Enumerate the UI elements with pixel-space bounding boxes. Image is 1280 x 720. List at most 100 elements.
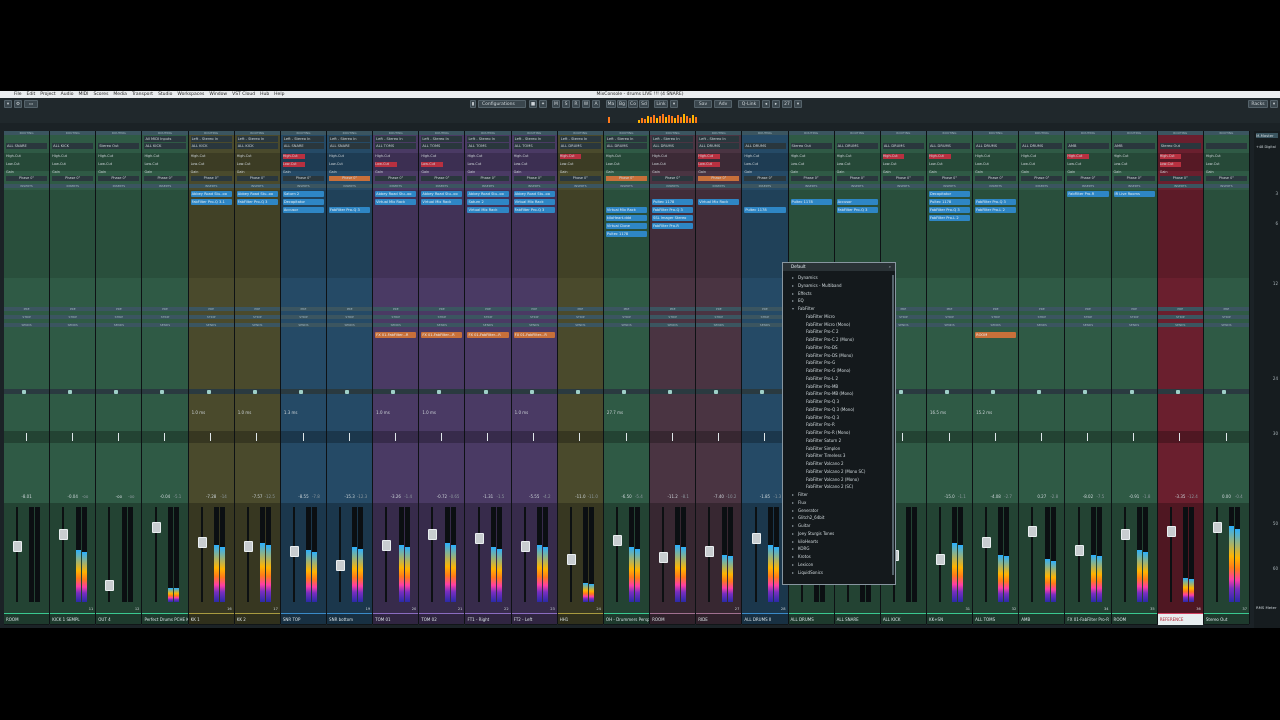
volume-fader[interactable] xyxy=(1166,525,1176,537)
insert-slot[interactable]: FabFilter Pro-Q 3 xyxy=(928,207,971,213)
output-routing[interactable]: ALL KICK xyxy=(190,143,232,149)
output-routing[interactable]: ALL SNARE xyxy=(282,143,325,149)
low-cut-label[interactable]: Low-Cut xyxy=(837,162,859,167)
plugin-item[interactable]: FabFilter Volcano 2 xyxy=(783,460,895,468)
insert-slot[interactable]: SSL Imager Stereo xyxy=(652,215,694,221)
pan-knob[interactable] xyxy=(440,433,442,441)
pan-knob[interactable] xyxy=(671,433,673,441)
insert-slot[interactable]: Abbey Road Stu..oo xyxy=(236,191,278,197)
channel-name[interactable]: KK 1 xyxy=(188,613,234,625)
phase-button[interactable]: Phase 0° xyxy=(836,176,878,181)
insert-slot[interactable]: FabFilter Pro-Q 3-1 xyxy=(190,199,232,205)
low-cut-label[interactable]: Low-Cut xyxy=(375,162,397,167)
high-cut-label[interactable]: High-Cut xyxy=(837,154,859,159)
channel-name[interactable]: KICK 1 SEMPL xyxy=(50,613,96,625)
q-link-button[interactable]: Q-Link xyxy=(738,100,760,108)
low-cut-label[interactable]: Low-Cut xyxy=(144,162,166,167)
input-routing[interactable]: Left - Stereo In xyxy=(467,136,509,142)
plugin-item[interactable]: FabFilter Simplon xyxy=(783,445,895,453)
insert-slot[interactable]: FabFilter Pro-Q 3 xyxy=(329,207,371,213)
volume-fader[interactable] xyxy=(1120,529,1130,541)
channel-counter[interactable]: 27 xyxy=(782,100,792,108)
plugin-item[interactable]: FabFilter Volcano 2 (Mono) xyxy=(783,476,895,484)
channel-name[interactable]: FX 01-FabFilter Pro-R xyxy=(1065,613,1111,625)
plugin-folder[interactable]: ▸ Effects xyxy=(783,290,895,298)
channel-name[interactable]: ALL TOMS xyxy=(973,613,1019,625)
insert-slot[interactable]: FabFilter Pro-L 2 xyxy=(975,207,1017,213)
high-cut-label[interactable]: High-Cut xyxy=(1114,154,1136,159)
group-button-bg[interactable]: Bg xyxy=(617,100,627,108)
high-cut-label[interactable]: High-Cut xyxy=(559,154,582,159)
low-cut-label[interactable]: Low-Cut xyxy=(975,162,997,167)
low-cut-label[interactable]: Low-Cut xyxy=(282,162,305,167)
output-routing[interactable]: ALL DRUMS xyxy=(605,143,648,149)
insert-slot[interactable]: Virtual Mix Rack xyxy=(421,199,463,205)
insert-slot[interactable]: Abbey Road Stu..oo xyxy=(190,191,232,197)
insert-slot[interactable]: Virtual Mix Rack xyxy=(698,199,740,205)
plugin-item[interactable]: FabFilter Micro xyxy=(783,313,895,321)
insert-slot[interactable]: FabFilter Pro-L 2 xyxy=(928,215,971,221)
output-routing[interactable]: ALL DRUMS xyxy=(744,143,786,149)
insert-slot[interactable]: Decapitator xyxy=(282,199,325,205)
phase-button[interactable]: Phase 0° xyxy=(375,176,417,181)
volume-fader[interactable] xyxy=(243,541,253,553)
high-cut-label[interactable]: High-Cut xyxy=(744,154,766,159)
gain-label[interactable]: Gain xyxy=(1067,170,1087,175)
phase-button[interactable]: Phase 0° xyxy=(1021,176,1063,181)
plugin-item[interactable]: FabFilter Timeless 3 xyxy=(783,452,895,460)
output-routing[interactable]: ALL DRUMS xyxy=(928,143,971,149)
volume-fader[interactable] xyxy=(1212,522,1222,534)
phase-button[interactable]: Phase 0° xyxy=(744,176,786,181)
send-slot[interactable]: FX 01-FabFilter...R xyxy=(467,332,509,338)
insert-slot[interactable]: Virtual Clone xyxy=(605,223,648,229)
plugin-item[interactable]: FabFilter Pro-Q 3 (Mono) xyxy=(783,406,895,414)
plugin-folder[interactable]: ▸ EQ xyxy=(783,297,895,305)
insert-slot[interactable]: FabFilter Pro-R xyxy=(652,223,694,229)
pan-knob[interactable] xyxy=(117,433,119,441)
output-routing[interactable]: Stereo Out xyxy=(98,143,140,149)
pan-knob[interactable] xyxy=(25,433,27,441)
low-cut-label[interactable]: Low-Cut xyxy=(929,162,951,167)
pan-knob[interactable] xyxy=(210,433,212,441)
channel-name[interactable]: OH - Drummers Perspective xyxy=(603,613,650,625)
low-cut-label[interactable]: Low-Cut xyxy=(6,162,28,167)
input-routing[interactable]: Left - Stereo In xyxy=(559,136,601,142)
high-cut-label[interactable]: High-Cut xyxy=(375,154,397,159)
channel-name[interactable]: ROOM xyxy=(1111,613,1157,625)
high-cut-label[interactable]: High-Cut xyxy=(928,154,951,159)
phase-button[interactable]: Phase 0° xyxy=(559,176,601,181)
output-routing[interactable]: ALL SNARE xyxy=(6,143,48,149)
low-cut-label[interactable]: Low-Cut xyxy=(191,162,213,167)
volume-fader[interactable] xyxy=(566,554,576,566)
low-cut-label[interactable]: Low-Cut xyxy=(652,162,674,167)
output-routing[interactable]: AMB xyxy=(1067,143,1109,149)
group-button-co[interactable]: Co xyxy=(628,100,638,108)
channel-name[interactable]: KK+SN xyxy=(926,613,973,625)
insert-slot[interactable]: FabFilter Pro-Q 3 xyxy=(836,207,878,213)
pan-knob[interactable] xyxy=(1225,433,1227,441)
volume-fader[interactable] xyxy=(290,545,300,557)
channel-name[interactable]: OUT 4 xyxy=(96,613,142,625)
phase-button[interactable]: Phase 0° xyxy=(98,176,140,181)
insert-slot[interactable]: Abbey Road Stu..oo xyxy=(513,191,555,197)
low-cut-label[interactable]: Low-Cut xyxy=(52,162,74,167)
gain-label[interactable]: Gain xyxy=(606,170,626,175)
plugin-folder[interactable]: ▸ Dynamics - Multiband xyxy=(783,282,895,290)
input-routing[interactable]: All MIDI Inputs xyxy=(144,136,186,142)
output-routing[interactable]: ALL DRUMS xyxy=(698,143,740,149)
insert-slot[interactable]: Virtual Mix Rack xyxy=(467,207,509,213)
pan-knob[interactable] xyxy=(948,433,950,441)
channel-name[interactable]: Stereo Out xyxy=(1203,613,1249,625)
pan-knob[interactable] xyxy=(394,433,396,441)
volume-fader[interactable] xyxy=(936,554,946,566)
pan-knob[interactable] xyxy=(164,433,166,441)
insert-slot[interactable]: FabFilter Pro-Q 3 xyxy=(652,207,694,213)
channel-name[interactable]: SNR bottom xyxy=(327,613,373,625)
channel-name[interactable]: SNR TOP xyxy=(280,613,327,625)
low-cut-label[interactable]: Low-Cut xyxy=(1021,162,1043,167)
insert-slot[interactable]: Abbey Road Stu..oo xyxy=(467,191,509,197)
plugin-folder[interactable]: ▾ FabFilter xyxy=(783,305,895,313)
gain-label[interactable]: Gain xyxy=(144,170,164,175)
insert-slot[interactable]: Pultec 1178 xyxy=(605,231,648,237)
insert-slot[interactable]: FabFilter Pro-R xyxy=(1067,191,1109,197)
